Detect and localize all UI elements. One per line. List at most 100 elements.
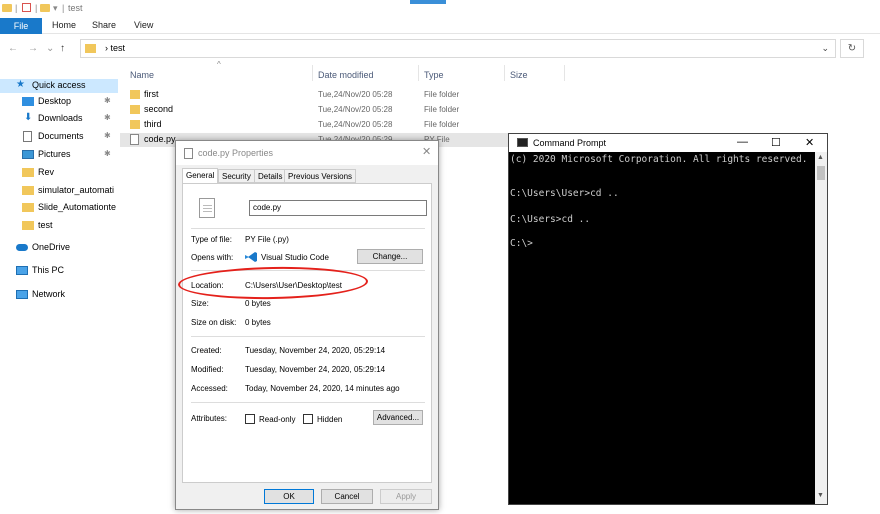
cmd-title: Command Prompt [533,138,607,148]
opens-with-value: Visual Studio Code [261,253,329,262]
folder-icon [22,186,34,195]
cmd-titlebar: Command Prompt — ☐ ✕ [509,134,827,152]
chevron-down-icon[interactable]: ⌄ [46,43,54,54]
sidebar-item-pictures[interactable]: Pictures ✱ [0,148,118,162]
tab-general[interactable]: General [182,168,219,184]
file-icon [130,134,139,145]
sidebar-item-desktop[interactable]: Desktop ✱ [0,95,118,109]
file-row-first[interactable]: first Tue,24/Nov/20 05:28 File folder [120,88,570,102]
new-folder-icon[interactable] [40,4,50,12]
properties-dialog: code.py Properties ✕ General Security De… [175,140,439,510]
size-on-disk-value: 0 bytes [245,318,271,327]
pin-icon: ✱ [104,96,111,105]
general-panel: code.py Type of file: PY File (.py) Open… [182,183,432,483]
network-icon [16,290,28,299]
close-icon[interactable]: ✕ [805,136,814,149]
command-prompt-window: Command Prompt — ☐ ✕ (c) 2020 Microsoft … [508,133,828,505]
console-icon [517,138,528,147]
sidebar-item-slide-automation[interactable]: Slide_Automationte [0,201,118,215]
folder-icon [22,203,34,212]
folder-icon [130,105,140,114]
navigation-pane: ★ Quick access Desktop ✱ ⬇ Downloads ✱ D… [0,62,118,514]
column-name[interactable]: Name [130,70,154,80]
tab-previous-versions[interactable]: Previous Versions [284,169,357,183]
size-value: 0 bytes [245,299,271,308]
ribbon: File Home Share View [0,18,880,34]
sort-chevron-icon: ^ [217,60,221,69]
filename-input[interactable]: code.py [249,200,427,216]
dialog-title: code.py Properties [198,148,274,158]
folder-icon [22,168,34,177]
tab-details[interactable]: Details [254,169,287,183]
close-icon[interactable]: ✕ [422,145,431,158]
modified-value: Tuesday, November 24, 2020, 05:29:14 [245,365,386,374]
address-path: test [110,43,126,53]
dialog-titlebar: code.py Properties ✕ [176,141,438,165]
cmd-scrollbar[interactable]: ▲ ▼ [815,152,827,504]
scroll-thumb[interactable] [817,166,825,180]
apply-button[interactable]: Apply [380,489,432,504]
tab-security[interactable]: Security [218,169,255,183]
readonly-checkbox[interactable] [245,414,255,424]
refresh-button[interactable]: ↻ [840,39,864,58]
pc-icon [16,266,28,275]
scroll-down-icon[interactable]: ▼ [817,492,824,499]
ok-button[interactable]: OK [264,489,314,504]
column-type[interactable]: Type [424,70,444,80]
advanced-button[interactable]: Advanced... [373,410,423,425]
folder-icon [22,221,34,230]
folder-icon [130,120,140,129]
change-button[interactable]: Change... [357,249,423,264]
documents-icon [23,131,32,142]
column-size[interactable]: Size [510,70,528,80]
hidden-checkbox[interactable] [303,414,313,424]
pictures-icon [22,150,34,159]
back-icon[interactable]: ← [8,43,18,54]
star-icon: ★ [16,79,25,90]
file-row-third[interactable]: third Tue,24/Nov/20 05:28 File folder [120,118,570,132]
sidebar-item-rev[interactable]: Rev [0,166,118,180]
folder-icon [2,4,12,12]
file-icon [184,148,193,159]
column-date-modified[interactable]: Date modified [318,70,374,80]
sidebar-item-quick-access[interactable]: ★ Quick access [0,79,118,93]
properties-check-icon[interactable] [22,3,31,12]
vscode-icon [245,252,257,262]
pin-icon: ✱ [104,131,111,140]
sidebar-item-this-pc[interactable]: This PC [0,264,118,278]
sidebar-item-network[interactable]: Network [0,288,118,302]
file-icon [199,198,215,218]
file-type-value: PY File (.py) [245,235,289,244]
desktop-icon [22,97,34,106]
folder-icon [85,44,96,53]
sidebar-item-onedrive[interactable]: OneDrive [0,241,118,255]
chevron-down-icon[interactable]: ⌄ [821,43,829,54]
folder-icon [130,90,140,99]
cancel-button[interactable]: Cancel [321,489,373,504]
pin-icon: ✱ [104,149,111,158]
navigation-bar: ← → ⌄ ↑ › test ⌄ ↻ [0,34,880,62]
sidebar-item-documents[interactable]: Documents ✱ [0,130,118,144]
forward-icon[interactable]: → [28,43,38,54]
accessed-value: Today, November 24, 2020, 14 minutes ago [245,384,400,393]
console-output[interactable]: (c) 2020 Microsoft Corporation. All righ… [509,152,815,504]
address-bar[interactable]: › test ⌄ [80,39,836,58]
title-accent [410,0,446,4]
tab-home[interactable]: Home [52,20,76,30]
up-arrow-icon[interactable]: ↑ [60,43,65,54]
pin-icon: ✱ [104,113,111,122]
sidebar-item-downloads[interactable]: ⬇ Downloads ✱ [0,112,118,126]
scroll-up-icon[interactable]: ▲ [817,154,824,161]
window-title: test [68,3,83,13]
file-row-second[interactable]: second Tue,24/Nov/20 05:28 File folder [120,103,570,117]
explorer-titlebar: | | ▾ | test [0,0,880,18]
sidebar-item-test[interactable]: test [0,219,118,233]
maximize-icon[interactable]: ☐ [771,136,781,149]
tab-share[interactable]: Share [92,20,116,30]
tab-view[interactable]: View [134,20,153,30]
minimize-icon[interactable]: — [737,136,748,148]
sidebar-item-simulator[interactable]: simulator_automati [0,184,118,198]
download-icon: ⬇ [24,112,33,123]
cloud-icon [16,244,28,251]
tab-file[interactable]: File [0,18,42,34]
